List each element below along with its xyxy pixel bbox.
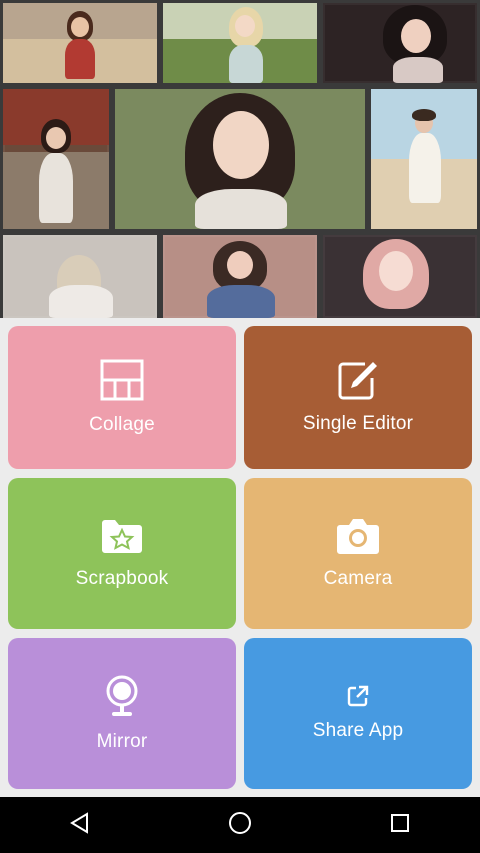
collage-label: Collage [89,414,155,435]
single-editor-button[interactable]: Single Editor [244,326,472,469]
banner-photo [323,235,477,318]
banner-photo [163,3,317,83]
share-icon [347,685,369,712]
camera-button[interactable]: Camera [244,478,472,629]
collage-grid-icon [100,359,144,406]
home-icon [228,811,252,840]
recents-button[interactable] [370,797,430,853]
banner-photo [323,3,477,83]
scrapbook-button[interactable]: Scrapbook [8,478,236,629]
banner-photo [163,235,317,318]
share-app-button[interactable]: Share App [244,638,472,789]
banner-photo [115,89,365,229]
recents-icon [390,813,410,838]
banner-photo [3,89,109,229]
banner-photo-collage [0,0,480,318]
mirror-label: Mirror [96,731,148,752]
folder-star-icon [100,517,144,560]
banner-photo [3,3,157,83]
camera-label: Camera [323,568,393,589]
share-app-label: Share App [312,720,404,741]
scrapbook-label: Scrapbook [75,568,169,589]
banner-photo [3,235,157,318]
back-button[interactable] [50,797,110,853]
system-navigation-bar [0,797,480,853]
back-icon [69,811,91,839]
home-button[interactable] [210,797,270,853]
collage-button[interactable]: Collage [8,326,236,469]
mirror-icon [102,674,142,723]
edit-icon [337,360,379,405]
single-editor-label: Single Editor [302,413,414,434]
banner-photo [371,89,477,229]
mirror-button[interactable]: Mirror [8,638,236,789]
feature-grid: Collage Single Editor Scrapbook Camera M… [0,318,480,797]
camera-icon [336,517,380,560]
